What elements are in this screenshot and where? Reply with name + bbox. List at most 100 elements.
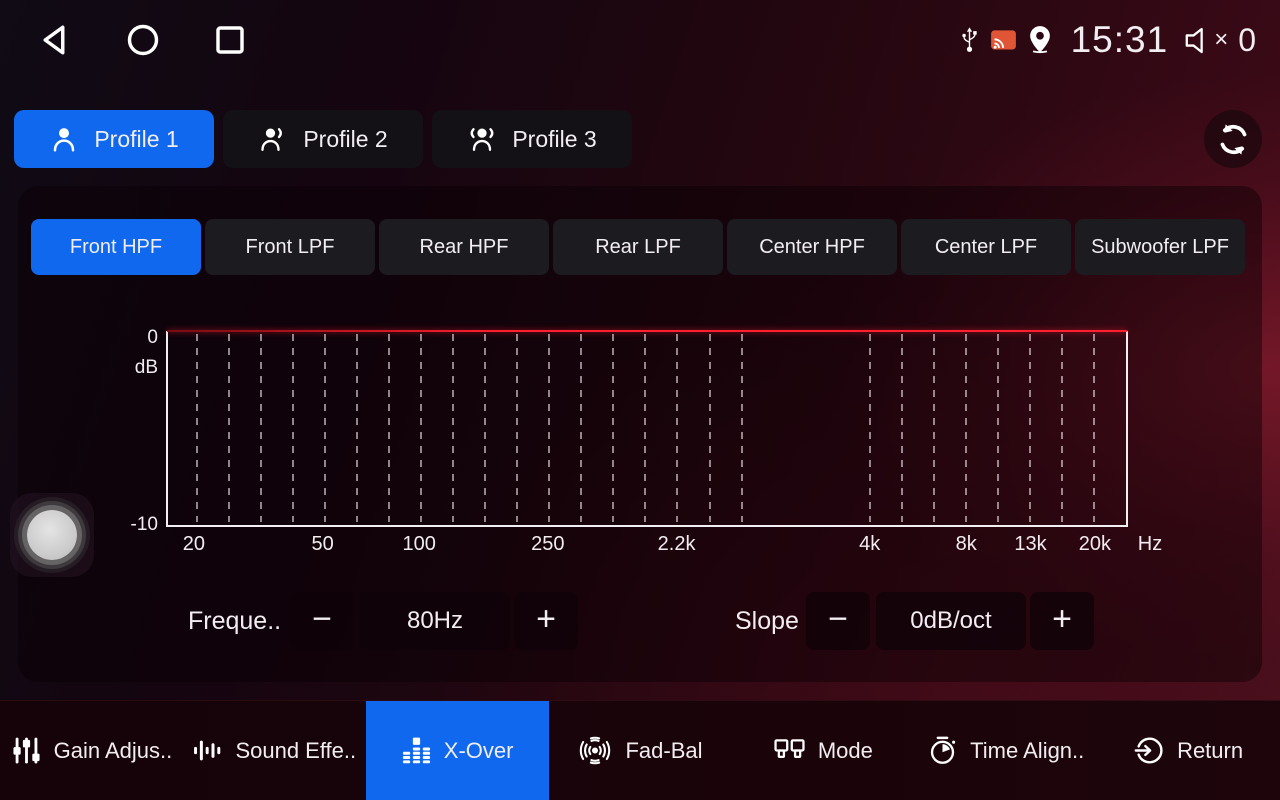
filter-tab-center-hpf[interactable]: Center HPF xyxy=(727,219,897,275)
y-axis-bottom-label: -10 xyxy=(118,514,158,536)
gridline xyxy=(324,334,326,522)
x-tick-label: 2.2k xyxy=(658,533,696,556)
filter-tab-center-lpf[interactable]: Center LPF xyxy=(901,219,1071,275)
gridline xyxy=(1061,334,1063,522)
x-tick-label: 4k xyxy=(859,533,880,556)
gridline xyxy=(965,334,967,522)
cast-icon xyxy=(990,29,1017,52)
floating-knob-button[interactable] xyxy=(10,493,94,577)
xover-icon xyxy=(401,735,432,766)
filter-tab-rear-hpf[interactable]: Rear HPF xyxy=(379,219,549,275)
nav-item-label: Fad-Bal xyxy=(625,738,702,764)
profile-tab-label: Profile 2 xyxy=(303,126,387,153)
volume-muted-icon[interactable] xyxy=(1184,26,1206,55)
gridline xyxy=(292,334,294,522)
knob-icon xyxy=(27,510,77,560)
refresh-button[interactable] xyxy=(1204,110,1262,168)
gridline xyxy=(869,334,871,522)
profile-tab-label: Profile 3 xyxy=(512,126,596,153)
refresh-icon xyxy=(1216,122,1251,157)
sound-icon xyxy=(192,735,223,766)
gridline xyxy=(356,334,358,522)
volume-mute-x: × xyxy=(1214,26,1228,54)
filter-tab-subwoofer-lpf[interactable]: Subwoofer LPF xyxy=(1075,219,1245,275)
gridline xyxy=(997,334,999,522)
frequency-value: 80Hz xyxy=(360,592,510,650)
person-voice2-icon xyxy=(467,124,497,154)
gridline xyxy=(676,334,678,522)
status-icons: 15:31 × 0 xyxy=(959,19,1256,61)
nav-item-mode[interactable]: Mode xyxy=(731,701,914,800)
slope-minus-button[interactable]: − xyxy=(806,592,870,650)
bottom-nav: Gain Adjus.. Sound Effe.. X-Over Fad-Bal Mod… xyxy=(0,700,1280,800)
x-tick-label: 250 xyxy=(531,533,564,556)
frequency-plus-button[interactable]: + xyxy=(514,592,578,650)
gridline xyxy=(933,334,935,522)
chart-plot xyxy=(166,331,1128,527)
nav-item-fad-bal[interactable]: Fad-Bal xyxy=(549,701,732,800)
x-tick-label: 13k xyxy=(1014,533,1046,556)
profile-tab-1[interactable]: Profile 1 xyxy=(14,110,214,168)
gridline xyxy=(1093,334,1095,522)
profile-tabs: Profile 1 Profile 2 Profile 3 xyxy=(14,110,632,168)
nav-item-x-over[interactable]: X-Over xyxy=(366,701,549,800)
nav-item-return[interactable]: Return xyxy=(1097,701,1280,800)
gain-icon xyxy=(11,735,42,766)
gridline xyxy=(901,334,903,522)
status-bar: 15:31 × 0 xyxy=(0,0,1280,80)
slope-value: 0dB/oct xyxy=(876,592,1026,650)
location-icon xyxy=(1027,25,1053,55)
person-icon xyxy=(49,124,79,154)
frequency-minus-button[interactable]: − xyxy=(290,592,354,650)
recents-icon[interactable] xyxy=(212,22,248,58)
frequency-label: Freque.. xyxy=(188,592,281,650)
nav-item-label: Sound Effe.. xyxy=(235,738,356,764)
nav-item-label: Time Align.. xyxy=(970,738,1084,764)
x-axis: 20501002502.2k4k8k13k20k xyxy=(166,533,1128,561)
nav-item-label: Mode xyxy=(818,738,873,764)
x-tick-label: 50 xyxy=(311,533,333,556)
slope-plus-button[interactable]: + xyxy=(1030,592,1094,650)
filter-tab-front-lpf[interactable]: Front LPF xyxy=(205,219,375,275)
x-tick-label: 8k xyxy=(956,533,977,556)
gridline xyxy=(644,334,646,522)
gridline xyxy=(709,334,711,522)
y-axis-unit-label: dB xyxy=(118,357,158,379)
profile-tab-label: Profile 1 xyxy=(94,126,178,153)
system-nav-buttons xyxy=(38,22,248,58)
gridline xyxy=(580,334,582,522)
filter-tab-front-hpf[interactable]: Front HPF xyxy=(31,219,201,275)
gridline xyxy=(516,334,518,522)
person-voice-icon xyxy=(258,124,288,154)
usb-icon xyxy=(959,27,980,54)
gridline xyxy=(741,334,743,522)
nav-item-label: Gain Adjus.. xyxy=(54,738,173,764)
home-icon[interactable] xyxy=(125,22,161,58)
filter-tab-rear-lpf[interactable]: Rear LPF xyxy=(553,219,723,275)
nav-item-label: X-Over xyxy=(444,738,514,764)
nav-item-time-align[interactable]: Time Align.. xyxy=(914,701,1097,800)
nav-item-sound-effe[interactable]: Sound Effe.. xyxy=(183,701,366,800)
volume-level: 0 xyxy=(1238,22,1256,59)
back-icon[interactable] xyxy=(38,22,74,58)
mode-icon xyxy=(773,735,806,766)
x-tick-label: 20k xyxy=(1079,533,1111,556)
gridline xyxy=(484,334,486,522)
gridline xyxy=(260,334,262,522)
gridline xyxy=(1029,334,1031,522)
gridline xyxy=(420,334,422,522)
gridline xyxy=(228,334,230,522)
nav-item-gain-adjus[interactable]: Gain Adjus.. xyxy=(0,701,183,800)
gridline xyxy=(388,334,390,522)
gridline xyxy=(452,334,454,522)
gridline xyxy=(196,334,198,522)
x-axis-unit-label: Hz xyxy=(1128,533,1172,556)
profile-tab-3[interactable]: Profile 3 xyxy=(432,110,632,168)
filter-tabs: Front HPFFront LPFRear HPFRear LPFCenter… xyxy=(31,219,1245,275)
profile-tab-2[interactable]: Profile 2 xyxy=(223,110,423,168)
slope-label: Slope xyxy=(735,592,799,650)
response-line xyxy=(167,330,1127,332)
y-axis-top-label: 0 xyxy=(118,327,158,349)
gridline xyxy=(548,334,550,522)
gridline xyxy=(612,334,614,522)
